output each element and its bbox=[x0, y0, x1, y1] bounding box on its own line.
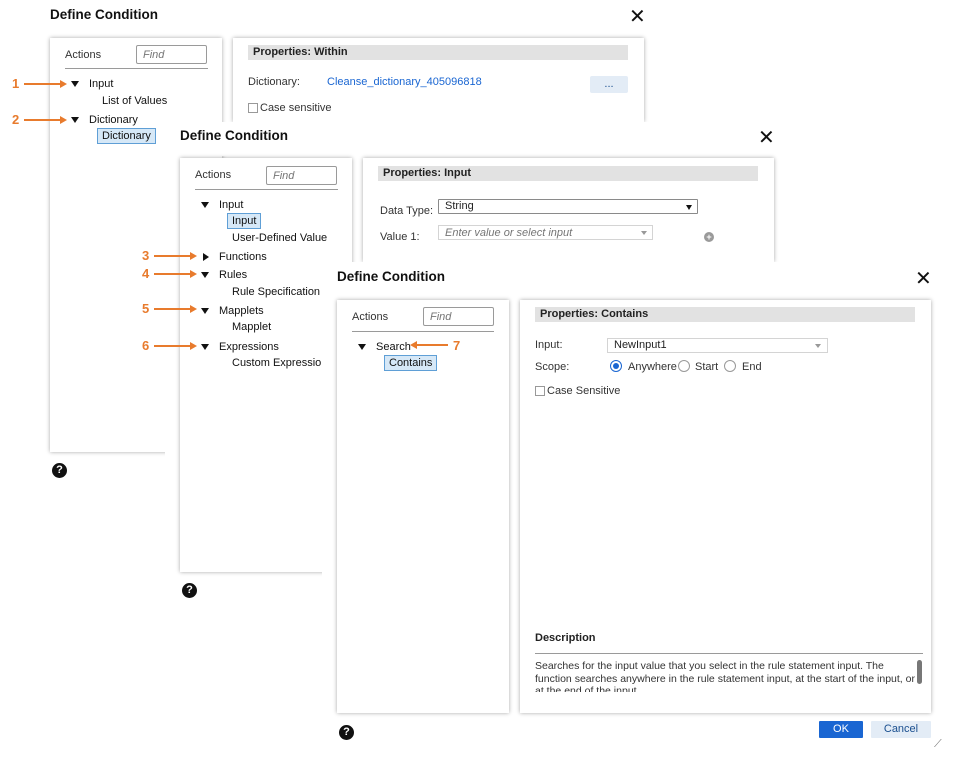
dropdown-caret-icon bbox=[686, 205, 692, 210]
help-icon[interactable]: ? bbox=[339, 725, 354, 740]
tree-item-functions[interactable]: Functions bbox=[219, 251, 267, 263]
add-icon[interactable]: + bbox=[704, 232, 714, 242]
help-icon[interactable]: ? bbox=[182, 583, 197, 598]
resize-grip-icon[interactable]: ⟋ bbox=[934, 738, 942, 751]
expand-triangle-icon[interactable] bbox=[201, 308, 209, 314]
description-heading: Description bbox=[535, 632, 596, 644]
dictionary-label: Dictionary: bbox=[248, 76, 300, 88]
browse-button[interactable]: ... bbox=[590, 76, 628, 93]
find-input[interactable] bbox=[423, 307, 494, 326]
cancel-button[interactable]: Cancel bbox=[871, 721, 931, 738]
callout-number: 3 bbox=[142, 248, 150, 263]
scrollbar-thumb[interactable] bbox=[917, 660, 922, 684]
callout-arrow bbox=[154, 345, 190, 347]
divider bbox=[65, 68, 208, 69]
callout-arrowhead-icon bbox=[190, 252, 197, 260]
tree-item-dictionary-selected[interactable]: Dictionary bbox=[97, 128, 156, 144]
tree-item-rules[interactable]: Rules bbox=[219, 269, 247, 281]
scope-label: Scope: bbox=[535, 361, 570, 373]
tree-item-rule-specification[interactable]: Rule Specification bbox=[232, 286, 320, 298]
callout-number: 5 bbox=[142, 301, 150, 316]
value1-label: Value 1: bbox=[380, 231, 420, 243]
tree-item-mapplets[interactable]: Mapplets bbox=[219, 305, 264, 317]
scope-radio-anywhere[interactable] bbox=[610, 360, 622, 372]
callout-number: 1 bbox=[12, 76, 20, 91]
case-sensitive-checkbox[interactable] bbox=[248, 103, 258, 113]
ok-button[interactable]: OK bbox=[819, 721, 863, 738]
help-icon[interactable]: ? bbox=[52, 463, 67, 478]
callout-arrowhead-icon bbox=[190, 270, 197, 278]
actions-label: Actions bbox=[352, 311, 389, 323]
actions-label: Actions bbox=[65, 49, 102, 61]
tree-item-input[interactable]: Input bbox=[89, 78, 113, 90]
callout-arrowhead-icon bbox=[60, 116, 67, 124]
scope-option-start: Start bbox=[695, 361, 719, 373]
tree-item-input[interactable]: Input bbox=[219, 199, 243, 211]
callout-number: 6 bbox=[142, 338, 150, 353]
callout-number: 2 bbox=[12, 112, 20, 127]
expand-triangle-icon[interactable] bbox=[71, 117, 79, 123]
data-type-select[interactable]: String bbox=[438, 199, 698, 214]
case-sensitive-label: Case sensitive bbox=[260, 102, 332, 114]
data-type-label: Data Type: bbox=[380, 205, 433, 217]
close-icon[interactable]: ✕ bbox=[915, 269, 932, 289]
properties-header: Properties: Within bbox=[248, 45, 628, 60]
description-text: Searches for the input value that you se… bbox=[535, 660, 915, 692]
properties-header: Properties: Contains bbox=[535, 307, 915, 322]
callout-arrow bbox=[154, 255, 190, 257]
expand-triangle-icon[interactable] bbox=[201, 344, 209, 350]
callout-arrowhead-icon bbox=[190, 305, 197, 313]
case-sensitive-label: Case Sensitive bbox=[547, 385, 621, 397]
scope-radio-start[interactable] bbox=[678, 360, 690, 372]
callout-arrow bbox=[154, 308, 190, 310]
callout-number: 4 bbox=[142, 266, 150, 281]
case-sensitive-checkbox[interactable] bbox=[535, 386, 545, 396]
close-icon[interactable]: ✕ bbox=[758, 128, 775, 148]
collapsed-triangle-icon[interactable] bbox=[203, 253, 209, 261]
input-label: Input: bbox=[535, 339, 563, 351]
dialog-2-title: Define Condition bbox=[180, 128, 288, 143]
expand-triangle-icon[interactable] bbox=[71, 81, 79, 87]
properties-header: Properties: Input bbox=[378, 166, 758, 181]
tree-item-user-defined-value[interactable]: User-Defined Value bbox=[232, 232, 327, 244]
divider bbox=[195, 189, 338, 190]
tree-item-input-selected[interactable]: Input bbox=[227, 213, 262, 229]
callout-number: 7 bbox=[453, 338, 461, 353]
callout-arrowhead-icon bbox=[190, 342, 197, 350]
divider bbox=[352, 331, 494, 332]
callout-arrow bbox=[24, 119, 60, 121]
tree-item-list-of-values[interactable]: List of Values bbox=[102, 95, 167, 107]
dropdown-caret-icon bbox=[815, 344, 821, 348]
callout-arrow bbox=[154, 273, 190, 275]
tree-item-expressions[interactable]: Expressions bbox=[219, 341, 279, 353]
scope-option-anywhere: Anywhere bbox=[628, 361, 677, 373]
actions-label: Actions bbox=[195, 169, 232, 181]
expand-triangle-icon[interactable] bbox=[358, 344, 366, 350]
tree-item-dictionary[interactable]: Dictionary bbox=[89, 114, 138, 126]
find-input[interactable] bbox=[136, 45, 207, 64]
tree-item-mapplet[interactable]: Mapplet bbox=[232, 321, 271, 333]
expand-triangle-icon[interactable] bbox=[201, 202, 209, 208]
dropdown-caret-icon bbox=[641, 231, 647, 235]
close-icon[interactable]: ✕ bbox=[629, 7, 646, 27]
divider bbox=[535, 653, 923, 654]
tree-item-search[interactable]: Search bbox=[376, 341, 411, 353]
find-input[interactable] bbox=[266, 166, 337, 185]
dialog-3-title: Define Condition bbox=[337, 269, 445, 284]
scope-option-end: End bbox=[742, 361, 762, 373]
expand-triangle-icon[interactable] bbox=[201, 272, 209, 278]
dialog-2-backdrop bbox=[165, 150, 180, 590]
callout-arrow bbox=[24, 83, 60, 85]
dictionary-value-link[interactable]: Cleanse_dictionary_405096818 bbox=[327, 76, 482, 88]
input-select[interactable]: NewInput1 bbox=[607, 338, 828, 353]
tree-item-custom-expression[interactable]: Custom Expression bbox=[232, 357, 327, 369]
value1-input[interactable] bbox=[438, 225, 653, 240]
scope-radio-end[interactable] bbox=[724, 360, 736, 372]
callout-arrow bbox=[416, 344, 448, 346]
dialog-1-title: Define Condition bbox=[50, 7, 158, 22]
callout-arrowhead-icon bbox=[60, 80, 67, 88]
tree-item-contains-selected[interactable]: Contains bbox=[384, 355, 438, 371]
